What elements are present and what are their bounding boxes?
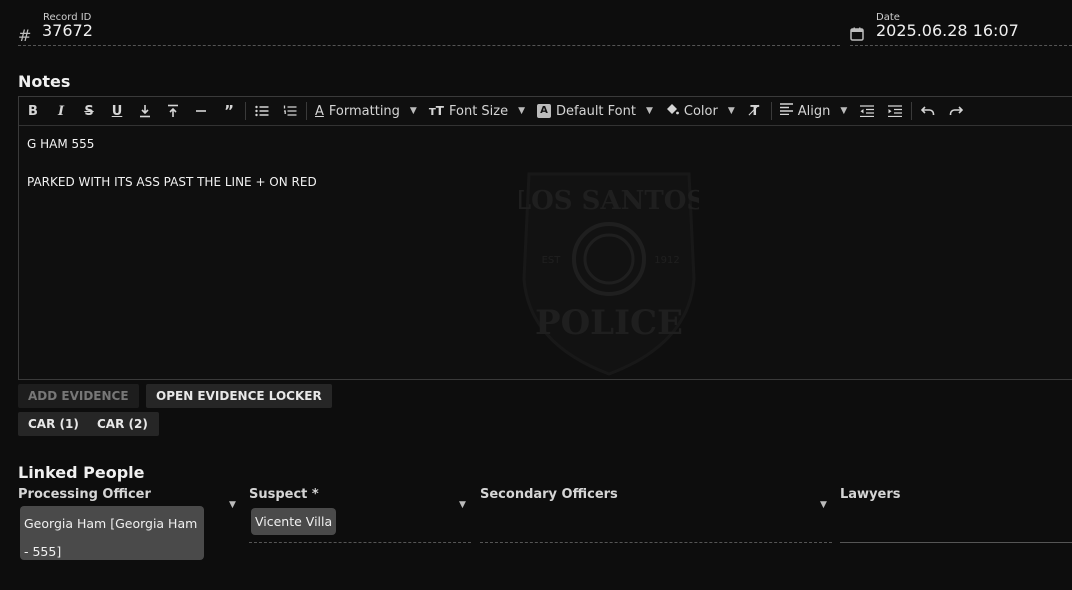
watermark-bottom-text: POLICE [535,303,683,343]
record-id-field[interactable]: # Record ID 37672 [18,8,840,46]
indent-icon[interactable] [881,97,909,125]
date-value: 2025.06.28 16:07 [876,21,1019,40]
hash-icon: # [18,26,32,45]
chevron-down-icon: ▼ [840,106,848,116]
notes-line: G HAM 555 [27,137,95,151]
chevron-down-icon[interactable]: ▼ [820,500,827,510]
underline-icon[interactable]: U [103,97,131,125]
processing-officer-chip[interactable]: Georgia Ham [Georgia Ham - 555] [20,506,204,560]
chevron-down-icon[interactable]: ▼ [459,500,466,510]
formatting-label: Formatting [328,103,400,119]
formatting-dropdown[interactable]: A Formatting ▼ [309,97,423,125]
notes-line: PARKED WITH ITS ASS PAST THE LINE + ON R… [27,175,317,189]
color-label: Color [683,103,718,119]
notes-editor[interactable]: B I S U ” A Formatting ▼ ᴛT Font Size ▼ … [18,96,1072,380]
superscript-icon[interactable] [159,97,187,125]
lawyers-input[interactable] [840,542,1072,543]
undo-icon[interactable] [914,97,942,125]
bullet-list-icon[interactable] [248,97,276,125]
strikethrough-icon[interactable]: S [75,97,103,125]
align-left-icon [779,103,793,119]
calendar-icon [850,26,864,45]
evidence-item-button[interactable]: CAR (2) [86,412,159,436]
outdent-icon[interactable] [853,97,881,125]
notes-line [27,154,317,173]
suspect-chip[interactable]: Vicente Villa [251,508,337,535]
align-dropdown[interactable]: Align ▼ [774,97,854,125]
numbered-list-icon[interactable] [276,97,304,125]
notes-content[interactable]: G HAM 555 PARKED WITH ITS ASS PAST THE L… [27,135,317,192]
editor-toolbar: B I S U ” A Formatting ▼ ᴛT Font Size ▼ … [19,97,1072,126]
date-field[interactable]: Date 2025.06.28 16:07 [850,8,1072,46]
notes-title: Notes [18,72,71,91]
chevron-down-icon[interactable]: ▼ [229,500,236,510]
font-size-icon: ᴛT [428,104,444,118]
toolbar-divider [245,102,246,120]
formatting-icon: A [315,103,324,119]
paint-bucket-icon [665,102,679,120]
clear-format-icon[interactable]: T̸ [741,97,769,125]
color-dropdown[interactable]: Color ▼ [659,97,741,125]
horizontal-rule-icon[interactable] [187,97,215,125]
toolbar-divider [911,102,913,120]
evidence-item-button[interactable]: CAR (1) [18,412,89,436]
watermark-top-text: LOS SANTOS [519,186,699,216]
secondary-officers-input[interactable] [480,542,832,543]
toolbar-divider [306,102,307,120]
record-id-value: 37672 [42,21,93,40]
secondary-officers-label: Secondary Officers [480,487,618,502]
align-label: Align [797,103,831,119]
font-size-dropdown[interactable]: ᴛT Font Size ▼ [423,97,531,125]
chevron-down-icon: ▼ [645,106,653,116]
linked-people-title: Linked People [18,463,145,482]
suspect-label: Suspect * [249,487,319,502]
font-family-icon: A [537,104,552,118]
subscript-icon[interactable] [131,97,159,125]
default-font-label: Default Font [556,103,636,119]
default-font-dropdown[interactable]: A Default Font ▼ [531,97,659,125]
watermark-year-text: 1912 [654,255,679,266]
chevron-down-icon: ▼ [727,106,735,116]
date-underline [850,45,1072,46]
redo-icon[interactable] [942,97,970,125]
toolbar-divider [770,102,772,120]
processing-officer-label: Processing Officer [18,487,151,502]
lawyers-label: Lawyers [840,487,901,502]
font-size-label: Font Size [448,103,509,119]
chevron-down-icon: ▼ [518,106,526,116]
italic-icon[interactable]: I [47,97,75,125]
bold-icon[interactable]: B [19,97,47,125]
add-evidence-button[interactable]: ADD EVIDENCE [18,384,139,408]
watermark-est-text: EST [542,255,562,266]
open-evidence-locker-button[interactable]: OPEN EVIDENCE LOCKER [146,384,332,408]
chevron-down-icon: ▼ [409,106,417,116]
police-badge-watermark: LOS SANTOS EST 1912 POLICE [519,172,699,376]
record-id-underline [18,45,840,46]
suspect-underline [249,542,471,543]
quote-icon[interactable]: ” [215,97,243,125]
